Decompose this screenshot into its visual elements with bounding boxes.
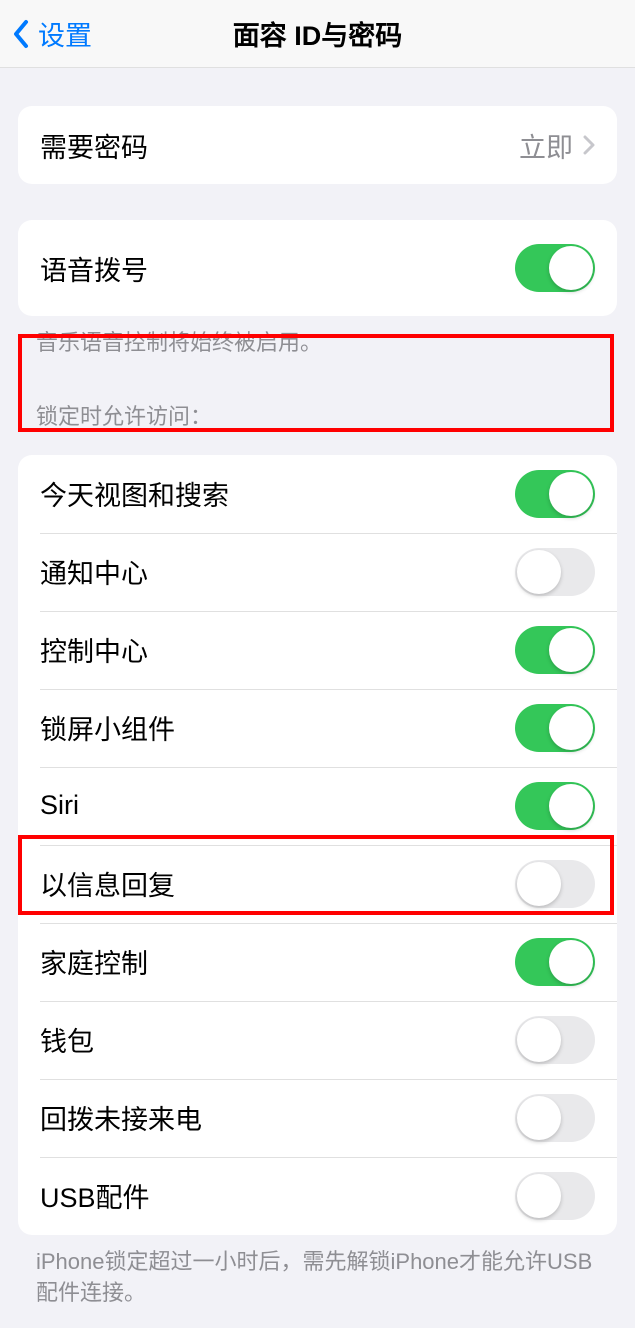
back-button[interactable]: 设置 [0, 0, 102, 67]
require-passcode-value-group: 立即 [519, 126, 595, 165]
require-passcode-value: 立即 [519, 126, 573, 165]
toggle-knob [549, 472, 593, 516]
toggle-usb-accessories[interactable] [515, 1172, 595, 1220]
toggle-knob [549, 246, 593, 290]
siri-label: Siri [40, 790, 79, 821]
toggle-knob [549, 940, 593, 984]
row-voice-dial: 语音拨号 [18, 220, 617, 316]
toggle-reply-with-message[interactable] [515, 860, 595, 908]
back-label: 设置 [38, 14, 92, 53]
row-control-center: 控制中心 [18, 611, 617, 689]
row-reply-with-message: 以信息回复 [18, 845, 617, 923]
navbar: 设置 面容 ID与密码 [0, 0, 635, 68]
toggle-knob [549, 784, 593, 828]
toggle-knob [549, 628, 593, 672]
toggle-knob [517, 862, 561, 906]
toggle-knob [517, 1174, 561, 1218]
home-control-label: 家庭控制 [40, 942, 148, 981]
content: 需要密码 立即 语音拨号 音乐语音控制将始终被启用。 锁定时允许访问： 今天视图… [0, 106, 635, 1328]
row-siri: Siri [18, 767, 617, 845]
require-passcode-label: 需要密码 [40, 126, 148, 165]
toggle-knob [517, 1018, 561, 1062]
return-missed-calls-label: 回拨未接来电 [40, 1098, 202, 1137]
toggle-lock-screen-widgets[interactable] [515, 704, 595, 752]
toggle-return-missed-calls[interactable] [515, 1094, 595, 1142]
toggle-home-control[interactable] [515, 938, 595, 986]
row-require-passcode[interactable]: 需要密码 立即 [18, 106, 617, 184]
row-wallet: 钱包 [18, 1001, 617, 1079]
usb-accessories-label: USB配件 [40, 1176, 150, 1215]
toggle-knob [517, 1096, 561, 1140]
chevron-left-icon [12, 19, 30, 49]
toggle-siri[interactable] [515, 782, 595, 830]
notification-center-label: 通知中心 [40, 552, 148, 591]
row-lock-screen-widgets: 锁屏小组件 [18, 689, 617, 767]
reply-with-message-label: 以信息回复 [40, 864, 175, 903]
row-home-control: 家庭控制 [18, 923, 617, 1001]
voice-dial-label: 语音拨号 [40, 249, 148, 288]
today-view-label: 今天视图和搜索 [40, 474, 229, 513]
group-voice-dial: 语音拨号 [18, 220, 617, 316]
toggle-notification-center[interactable] [515, 548, 595, 596]
row-usb-accessories: USB配件 [18, 1157, 617, 1235]
voice-dial-footer: 音乐语音控制将始终被启用。 [0, 316, 635, 359]
toggle-voice-dial[interactable] [515, 244, 595, 292]
toggle-knob [549, 706, 593, 750]
lock-access-header: 锁定时允许访问： [0, 359, 635, 443]
group-lock-access: 今天视图和搜索通知中心控制中心锁屏小组件 Siri 以信息回复家庭控制钱包回拨未接来… [18, 455, 617, 1235]
toggle-control-center[interactable] [515, 626, 595, 674]
toggle-wallet[interactable] [515, 1016, 595, 1064]
toggle-knob [517, 550, 561, 594]
row-return-missed-calls: 回拨未接来电 [18, 1079, 617, 1157]
page-title: 面容 ID与密码 [233, 14, 403, 53]
row-today-view: 今天视图和搜索 [18, 455, 617, 533]
group-require-passcode: 需要密码 立即 [18, 106, 617, 184]
toggle-today-view[interactable] [515, 470, 595, 518]
chevron-right-icon [583, 135, 595, 155]
row-notification-center: 通知中心 [18, 533, 617, 611]
wallet-label: 钱包 [40, 1020, 94, 1059]
control-center-label: 控制中心 [40, 630, 148, 669]
lock-screen-widgets-label: 锁屏小组件 [40, 708, 175, 747]
usb-footer: iPhone锁定超过一小时后，需先解锁iPhone才能允许USB配件连接。 [0, 1235, 635, 1309]
